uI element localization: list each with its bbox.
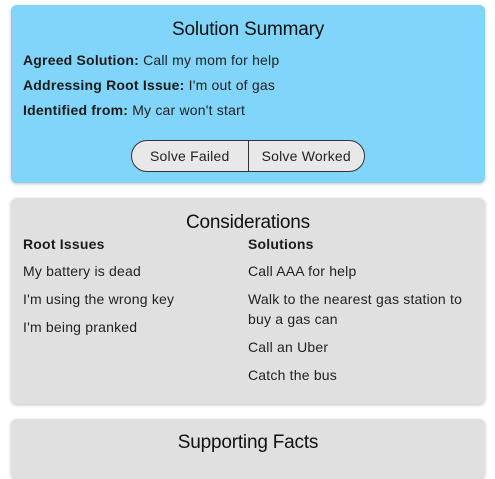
summary-details: Agreed Solution: Call my mom for help Ad… (23, 52, 473, 118)
solution-summary-title: Solution Summary (171, 19, 325, 40)
identified-from-label: Identified from: (23, 102, 129, 118)
root-issue-line: Addressing Root Issue: I'm out of gas (23, 77, 473, 93)
solutions-column: Solutions Call AAA for help Walk to the … (248, 235, 473, 385)
solution-item: Walk to the nearest gas station to buy a… (248, 291, 463, 327)
solve-button-group: Solve Failed Solve Worked (131, 140, 365, 172)
agreed-solution-label: Agreed Solution: (23, 52, 139, 68)
root-issue-label: Addressing Root Issue: (23, 77, 185, 93)
identified-from-line: Identified from: My car won't start (23, 102, 473, 118)
root-issues-column: Root Issues My battery is dead I'm using… (23, 235, 248, 385)
supporting-facts-title: Supporting Facts (177, 432, 319, 453)
agreed-solution-line: Agreed Solution: Call my mom for help (23, 52, 473, 68)
considerations-title: Considerations (186, 212, 310, 233)
solution-summary-card: Solution Summary Agreed Solution: Call m… (11, 5, 485, 183)
considerations-card: Considerations Root Issues My battery is… (11, 198, 485, 404)
root-issue-item: My battery is dead (23, 263, 141, 279)
solution-item: Call an Uber (248, 339, 329, 355)
considerations-columns: Root Issues My battery is dead I'm using… (23, 235, 473, 385)
solutions-heading: Solutions (248, 236, 314, 252)
solution-item: Catch the bus (248, 367, 337, 383)
solve-failed-button[interactable]: Solve Failed (132, 141, 248, 171)
supporting-facts-card: Supporting Facts (11, 419, 485, 479)
solve-worked-button[interactable]: Solve Worked (247, 141, 365, 171)
identified-from-value: My car won't start (132, 102, 246, 118)
solution-item: Call AAA for help (248, 263, 357, 279)
root-issue-value: I'm out of gas (188, 77, 276, 93)
root-issue-item: I'm being pranked (23, 319, 138, 335)
root-issue-item: I'm using the wrong key (23, 291, 175, 307)
root-issues-heading: Root Issues (23, 236, 105, 252)
agreed-solution-value: Call my mom for help (143, 52, 280, 68)
